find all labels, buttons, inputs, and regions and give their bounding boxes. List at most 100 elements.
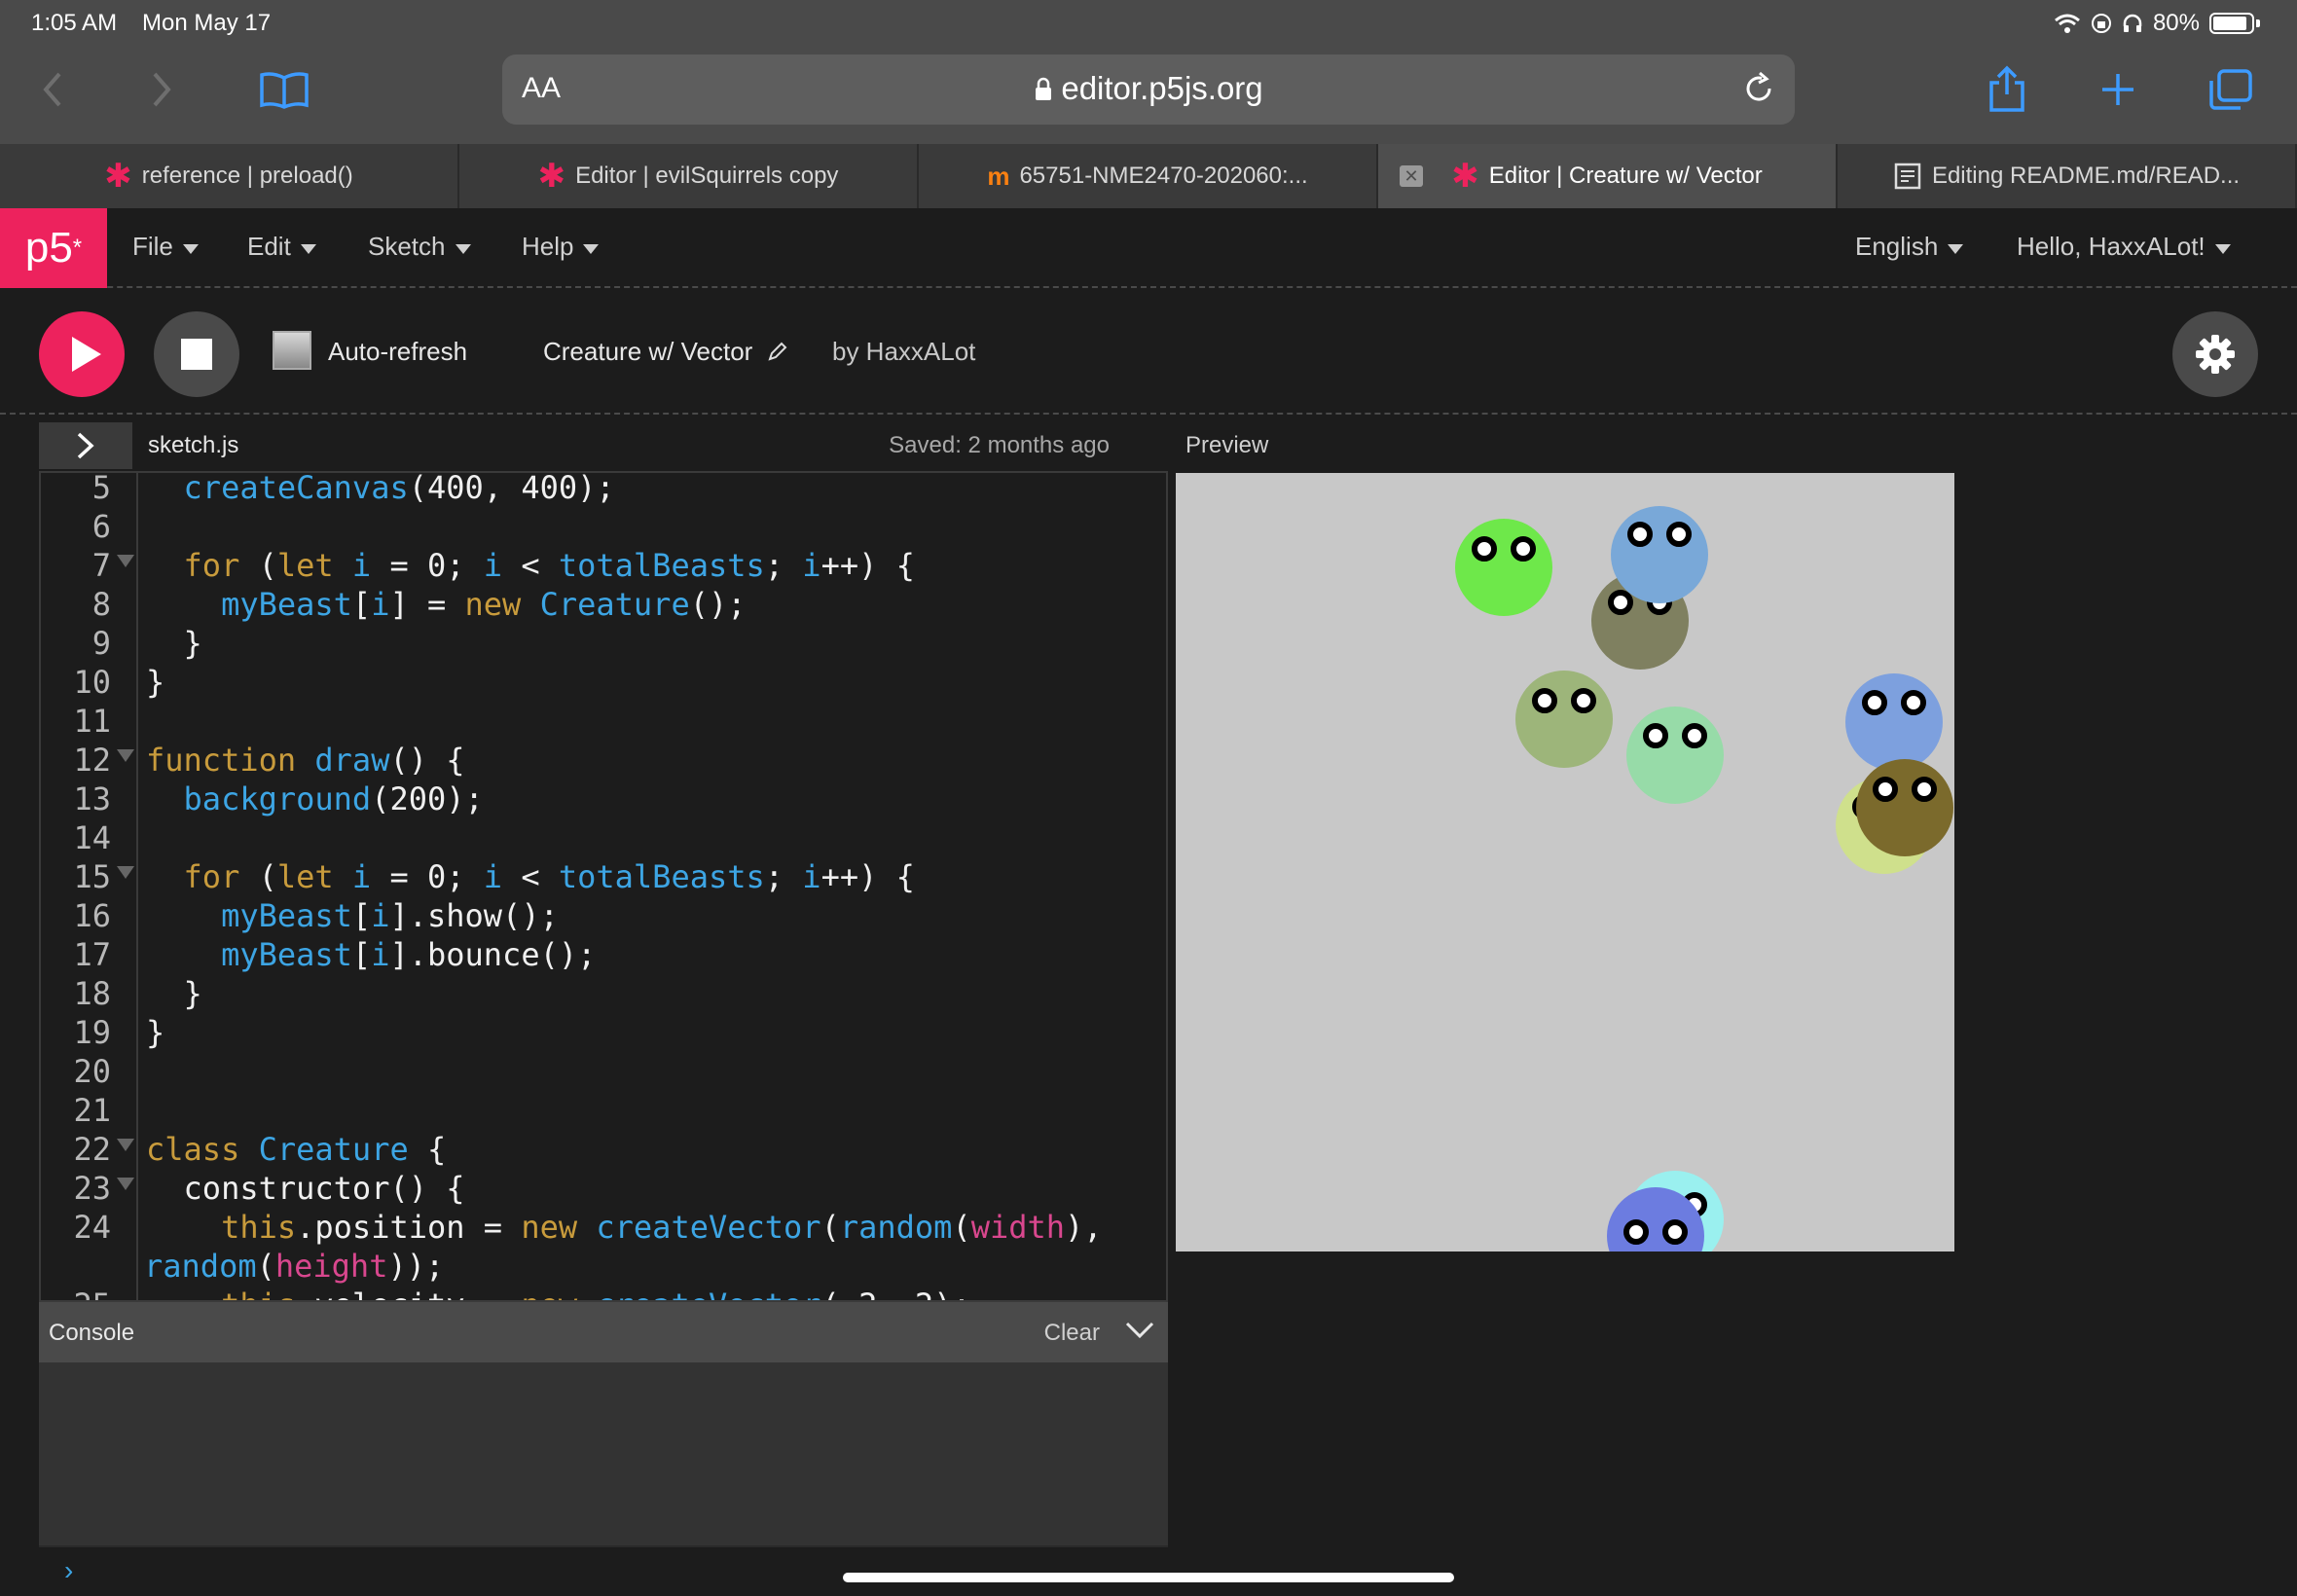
creature-eye [1682,723,1707,748]
sketch-author[interactable]: by HaxxALot [832,337,975,367]
back-button[interactable] [23,60,82,119]
menu-label: English [1855,232,1939,261]
creature-eye [1532,688,1557,713]
code-line: myBeast[i] = new Creature(); [221,586,747,623]
headphones-icon [2123,14,2142,32]
settings-button[interactable] [2172,311,2258,397]
caret-down-icon [1948,243,1964,254]
ipad-screen: { "status": { "time": "1:05 AM", "date":… [0,0,2297,1596]
console-input[interactable]: › [39,1545,1168,1596]
reload-icon[interactable] [1740,70,1777,107]
menu-label: File [132,232,173,261]
saved-status: Saved: 2 months ago [889,432,1110,458]
battery-nub [2256,19,2260,27]
tab-strip: ✱ reference | preload() ✱ Editor | evilS… [0,144,2297,208]
url-display[interactable]: editor.p5js.org [502,70,1795,107]
line-number: 18 [73,975,111,1012]
fold-arrow-icon[interactable] [117,555,134,567]
fold-arrow-icon[interactable] [117,1139,134,1151]
code-line: } [146,625,202,662]
file-name: sketch.js [148,432,239,458]
console-title: Console [49,1320,135,1346]
status-date: Mon May 17 [142,10,272,36]
line-number: 16 [73,897,111,934]
tab-label: Editor | Creature w/ Vector [1488,163,1763,189]
battery-icon [2209,13,2254,34]
p5-asterisk-icon: ✱ [1451,158,1479,195]
forward-button[interactable] [132,60,191,119]
creature-eye [1662,1219,1688,1245]
creature-eye [1666,522,1692,547]
fold-arrow-icon[interactable] [117,866,134,879]
code-line: function draw() { [146,742,465,779]
creature [1856,759,1953,856]
editor-file-header: sketch.js Saved: 2 months ago [39,418,1168,471]
creature-eye [1472,536,1497,562]
browser-toolbar: AA editor.p5js.org [0,49,2297,144]
code-line: constructor() { [146,1170,465,1207]
line-number: 8 [91,586,111,623]
code-line: random(height)); [144,1248,445,1285]
code-line: class Creature { [146,1131,447,1168]
tab-reference-preload[interactable]: ✱ reference | preload() [0,144,459,208]
p5-asterisk-icon: ✱ [537,158,566,195]
menu-label: Edit [247,232,291,261]
caret-down-icon [182,243,199,254]
user-menu[interactable]: Hello, HaxxALot! [2017,232,2231,262]
code-editor[interactable]: 5 6 7 8 9 10 11 12 13 14 15 16 17 18 19 … [39,471,1168,1302]
tab-label: Editing README.md/READ... [1931,163,2241,189]
address-bar[interactable]: AA editor.p5js.org [502,54,1795,125]
chevron-right-icon [77,432,94,459]
stop-button[interactable] [154,311,239,397]
p5-logo[interactable]: p5 * [0,208,107,288]
menu-edit[interactable]: Edit [247,232,316,262]
sketch-name[interactable]: Creature w/ Vector [543,337,752,367]
new-tab-button[interactable] [2089,60,2147,119]
tab-label: reference | preload() [141,163,353,189]
menu-file[interactable]: File [132,232,199,262]
preview-canvas[interactable] [1176,473,1954,1251]
line-number: 21 [73,1092,111,1129]
console-clear-button[interactable]: Clear [1044,1320,1100,1347]
creature-body [1856,759,1953,856]
line-number: 10 [73,664,111,701]
line-number: 20 [73,1053,111,1090]
fold-arrow-icon[interactable] [117,749,134,762]
pencil-icon[interactable] [767,341,788,362]
creature-body [1611,506,1708,603]
line-number: 14 [73,819,111,856]
line-number: 17 [73,936,111,973]
chevron-right-icon [153,72,171,107]
creature [1515,671,1613,768]
close-tab-icon[interactable]: ✕ [1400,165,1423,187]
chevron-down-icon[interactable] [1123,1314,1156,1347]
language-menu[interactable]: English [1855,232,1964,262]
console-header: Console Clear [39,1302,1168,1362]
book-icon [260,72,309,109]
url-text: editor.p5js.org [1061,70,1263,106]
code-line: } [146,975,202,1012]
code-line: background(200); [183,780,484,817]
toggle-sidebar-button[interactable] [39,422,132,469]
auto-refresh-checkbox[interactable] [273,331,311,370]
tabs-icon [2209,69,2252,110]
line-number: 24 [73,1209,111,1246]
tab-evil-squirrels[interactable]: ✱ Editor | evilSquirrels copy [459,144,919,208]
bookmarks-button[interactable] [255,60,313,119]
line-number: 15 [73,858,111,895]
creature-eye [1862,690,1887,715]
fold-arrow-icon[interactable] [117,1178,134,1190]
creature-body [1515,671,1613,768]
tab-moodle-course[interactable]: m 65751-NME2470-202060:... [919,144,1378,208]
tab-editing-readme[interactable]: Editing README.md/READ... [1838,144,2297,208]
share-button[interactable] [1978,60,2036,119]
menu-help[interactable]: Help [522,232,600,262]
menu-sketch[interactable]: Sketch [368,232,471,262]
tabs-overview-button[interactable] [2202,60,2260,119]
creature-eye [1873,777,1898,802]
tab-creature-vector[interactable]: ✕ ✱ Editor | Creature w/ Vector [1378,144,1838,208]
line-number: 23 [73,1170,111,1207]
line-number: 13 [73,780,111,817]
creature [1845,673,1943,771]
play-button[interactable] [39,311,125,397]
